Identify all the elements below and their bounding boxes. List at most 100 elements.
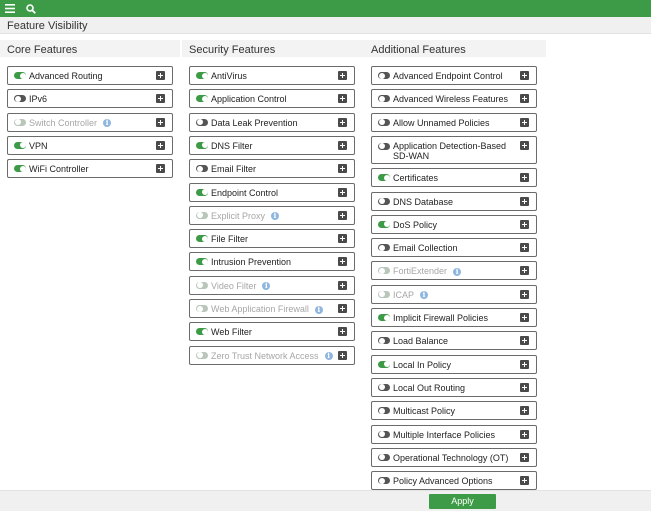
plus-box-icon[interactable] — [520, 71, 529, 80]
info-icon[interactable]: i — [420, 291, 429, 300]
feature-load-balance[interactable]: Load Balance — [371, 331, 537, 351]
feature-toggle[interactable] — [196, 118, 208, 126]
plus-box-icon[interactable] — [520, 452, 529, 462]
feature-policy-advanced-options[interactable]: Policy Advanced Options — [371, 471, 537, 491]
feature-switch-controller[interactable]: Switch Controller i — [7, 112, 173, 132]
feature-application-control[interactable]: Application Control — [189, 89, 355, 109]
feature-toggle[interactable] — [378, 72, 390, 79]
feature-toggle[interactable] — [378, 118, 390, 126]
feature-toggle[interactable] — [378, 244, 390, 252]
feature-toggle[interactable] — [196, 235, 208, 243]
plus-box-icon[interactable] — [520, 117, 529, 127]
plus-box-icon[interactable] — [338, 350, 347, 360]
plus-box-icon[interactable] — [338, 304, 347, 313]
apply-button[interactable]: Apply — [429, 494, 496, 509]
plus-box-icon[interactable] — [156, 117, 165, 127]
feature-multiple-interface-policies[interactable]: Multiple Interface Policies — [371, 424, 537, 444]
feature-advanced-endpoint-control[interactable]: Advanced Endpoint Control — [371, 66, 537, 85]
feature-file-filter[interactable]: File Filter — [189, 229, 355, 249]
feature-multicast-policy[interactable]: Multicast Policy — [371, 401, 537, 421]
feature-toggle[interactable] — [196, 95, 208, 103]
plus-box-icon[interactable] — [520, 219, 529, 229]
feature-advanced-wireless-features[interactable]: Advanced Wireless Features — [371, 89, 537, 109]
plus-box-icon[interactable] — [338, 187, 347, 197]
feature-email-filter[interactable]: Email Filter — [189, 159, 355, 179]
feature-data-leak-prevention[interactable]: Data Leak Prevention — [189, 112, 355, 132]
feature-toggle[interactable] — [196, 188, 208, 196]
feature-application-detection-based-sd-wan[interactable]: Application Detection-Based SD-WAN — [371, 135, 537, 164]
plus-box-icon[interactable] — [520, 406, 529, 416]
feature-advanced-routing[interactable]: Advanced Routing — [7, 66, 173, 85]
feature-wifi-controller[interactable]: WiFi Controller — [7, 159, 173, 179]
feature-toggle[interactable] — [378, 314, 390, 321]
feature-toggle[interactable] — [196, 72, 208, 79]
plus-box-icon[interactable] — [338, 280, 347, 290]
feature-toggle[interactable] — [378, 197, 390, 205]
plus-box-icon[interactable] — [338, 210, 347, 220]
feature-dos-policy[interactable]: DoS Policy — [371, 214, 537, 234]
feature-toggle[interactable] — [378, 383, 390, 391]
feature-toggle[interactable] — [378, 407, 390, 415]
feature-video-filter[interactable]: Video Filter i — [189, 275, 355, 295]
feature-endpoint-control[interactable]: Endpoint Control — [189, 182, 355, 202]
info-icon[interactable]: i — [314, 305, 323, 314]
feature-local-out-routing[interactable]: Local Out Routing — [371, 377, 537, 397]
feature-toggle[interactable] — [378, 430, 390, 438]
plus-box-icon[interactable] — [520, 140, 529, 150]
info-icon[interactable]: i — [453, 268, 462, 277]
feature-icap[interactable]: ICAP i — [371, 284, 537, 304]
feature-toggle[interactable] — [196, 258, 208, 266]
feature-toggle[interactable] — [378, 142, 390, 150]
plus-box-icon[interactable] — [338, 140, 347, 150]
feature-ipv6[interactable]: IPv6 — [7, 89, 173, 109]
plus-box-icon[interactable] — [520, 476, 529, 486]
feature-toggle[interactable] — [378, 95, 390, 103]
hamburger-menu-icon[interactable] — [1, 0, 18, 17]
plus-box-icon[interactable] — [338, 234, 347, 244]
plus-box-icon[interactable] — [156, 140, 165, 150]
feature-local-in-policy[interactable]: Local In Policy — [371, 354, 537, 374]
feature-vpn[interactable]: VPN — [7, 135, 173, 155]
feature-toggle[interactable] — [196, 328, 208, 336]
plus-box-icon[interactable] — [520, 173, 529, 183]
feature-web-application-firewall[interactable]: Web Application Firewall i — [189, 299, 355, 318]
feature-toggle[interactable] — [378, 220, 390, 228]
feature-antivirus[interactable]: AntiVirus — [189, 66, 355, 85]
plus-box-icon[interactable] — [520, 359, 529, 369]
plus-box-icon[interactable] — [338, 257, 347, 267]
plus-box-icon[interactable] — [520, 336, 529, 346]
feature-toggle[interactable] — [14, 165, 26, 173]
plus-box-icon[interactable] — [520, 313, 529, 322]
feature-intrusion-prevention[interactable]: Intrusion Prevention — [189, 252, 355, 272]
feature-explicit-proxy[interactable]: Explicit Proxy i — [189, 205, 355, 225]
info-icon[interactable]: i — [262, 282, 271, 291]
feature-dns-filter[interactable]: DNS Filter — [189, 135, 355, 155]
feature-toggle[interactable] — [378, 174, 390, 182]
info-icon[interactable]: i — [271, 212, 280, 221]
plus-box-icon[interactable] — [520, 429, 529, 439]
plus-box-icon[interactable] — [156, 164, 165, 174]
feature-toggle[interactable] — [14, 95, 26, 103]
plus-box-icon[interactable] — [338, 117, 347, 127]
feature-implicit-firewall-policies[interactable]: Implicit Firewall Policies — [371, 308, 537, 327]
feature-allow-unnamed-policies[interactable]: Allow Unnamed Policies — [371, 112, 537, 132]
plus-box-icon[interactable] — [520, 94, 529, 104]
feature-toggle[interactable] — [196, 141, 208, 149]
info-icon[interactable]: i — [103, 119, 112, 128]
search-icon[interactable] — [22, 0, 39, 17]
plus-box-icon[interactable] — [156, 71, 165, 80]
plus-box-icon[interactable] — [520, 289, 529, 299]
feature-fortiextender[interactable]: FortiExtender i — [371, 261, 537, 281]
feature-dns-database[interactable]: DNS Database — [371, 191, 537, 211]
feature-toggle[interactable] — [378, 453, 390, 461]
feature-toggle[interactable] — [14, 141, 26, 149]
feature-email-collection[interactable]: Email Collection — [371, 238, 537, 258]
feature-toggle[interactable] — [14, 72, 26, 79]
feature-certificates[interactable]: Certificates — [371, 168, 537, 188]
plus-box-icon[interactable] — [338, 164, 347, 174]
plus-box-icon[interactable] — [520, 266, 529, 276]
feature-web-filter[interactable]: Web Filter — [189, 322, 355, 342]
feature-zero-trust-network-access[interactable]: Zero Trust Network Access i — [189, 345, 355, 365]
feature-operational-technology-ot[interactable]: Operational Technology (OT) — [371, 447, 537, 467]
plus-box-icon[interactable] — [338, 71, 347, 80]
